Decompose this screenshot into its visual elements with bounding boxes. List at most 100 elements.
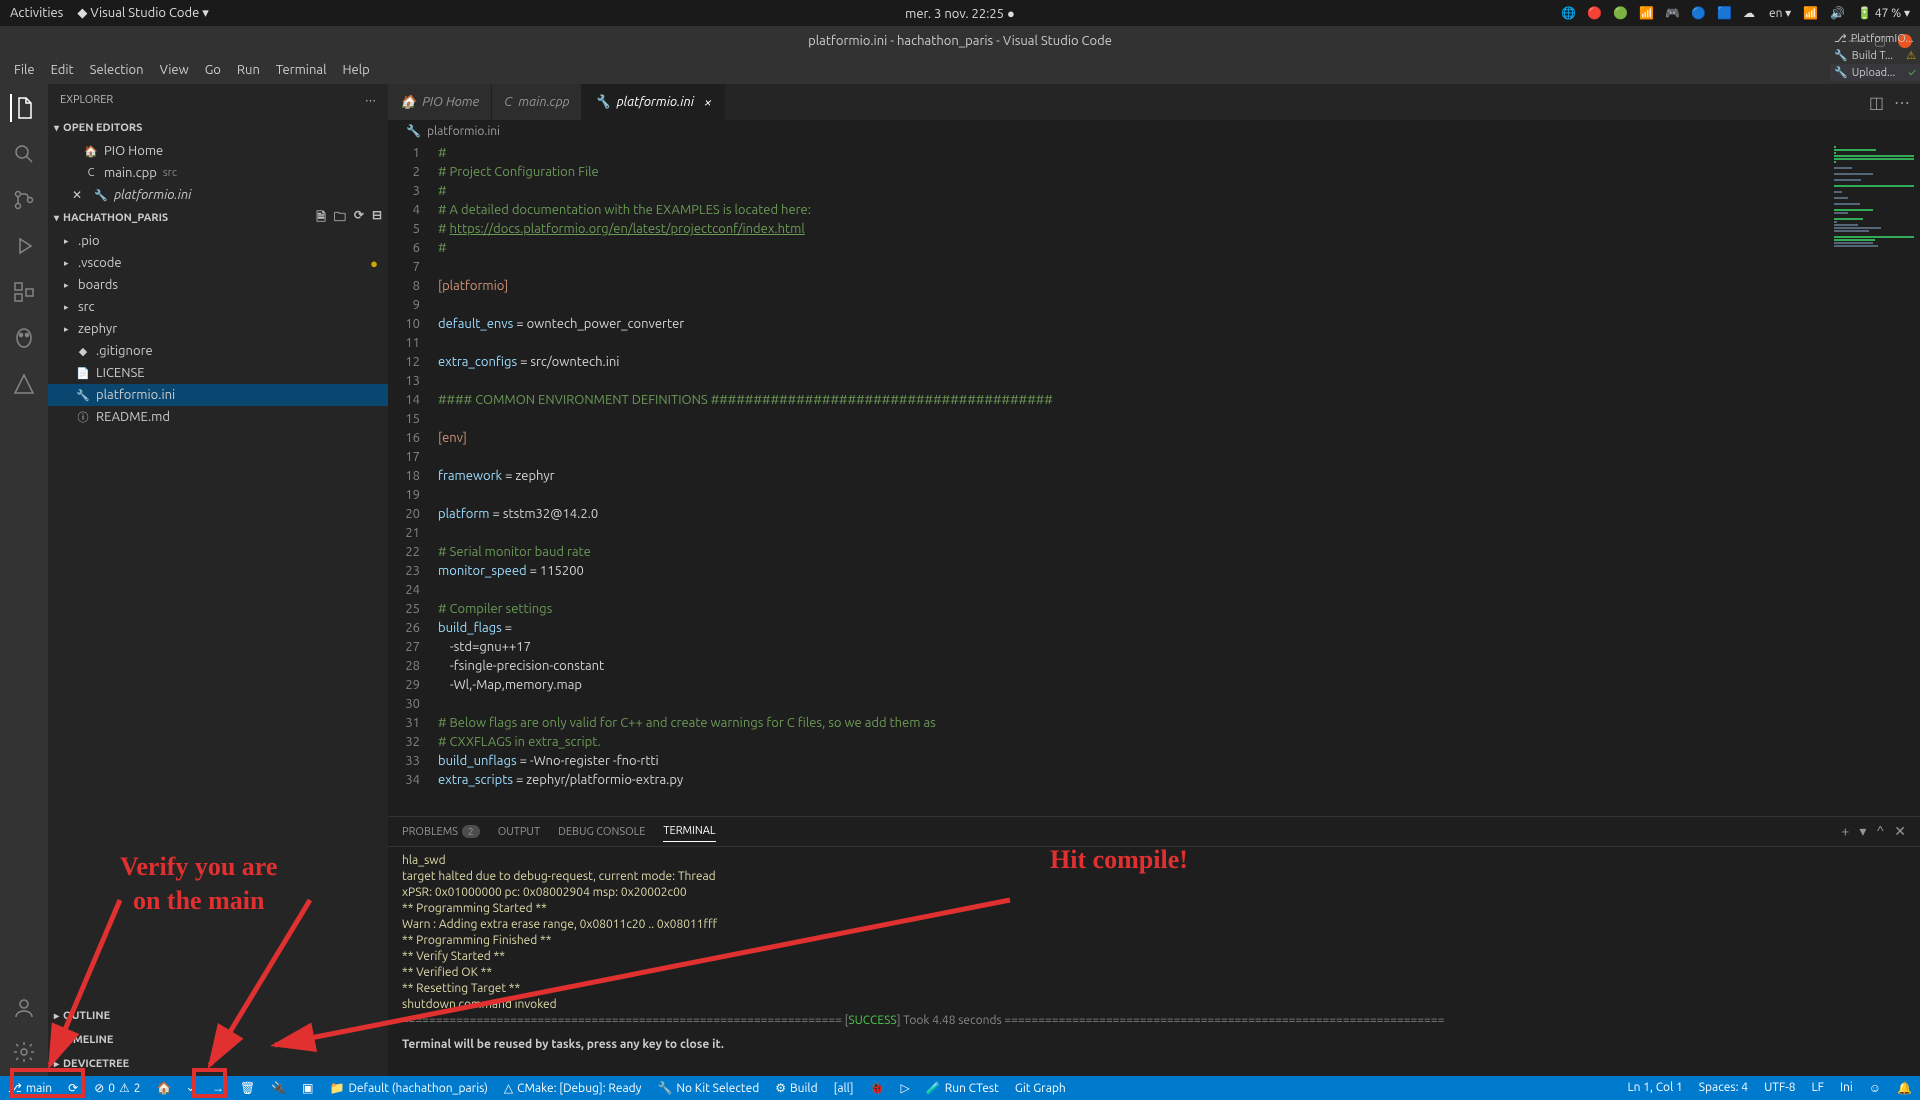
new-file-icon[interactable]: 🗎 [316,208,326,229]
battery-indicator[interactable]: 🔋 47 % ▾ [1857,6,1910,20]
terminal-dropdown-icon[interactable]: ▾ [1859,823,1866,840]
pio-clean-button[interactable]: 🗑 [232,1076,263,1100]
new-terminal-icon[interactable]: + [1841,823,1849,840]
terminal-tab[interactable]: TERMINAL [663,821,715,842]
feedback-icon[interactable]: ☺ [1861,1081,1889,1095]
tray-icon[interactable]: 📶 [1639,6,1653,20]
devicetree-section[interactable]: ▸DEVICETREE [48,1052,388,1076]
debug-console-tab[interactable]: DEBUG CONSOLE [558,822,645,842]
problems-tab[interactable]: PROBLEMS2 [402,822,480,842]
editor-tab[interactable]: Cmain.cpp [492,84,582,120]
language-indicator[interactable]: en ▾ [1769,6,1791,20]
sync-button[interactable]: ⟳ [60,1076,86,1100]
app-indicator[interactable]: ◆ Visual Studio Code ▾ [77,6,209,21]
platformio-icon[interactable] [10,324,38,352]
tray-icon[interactable]: 🌐 [1561,6,1575,20]
folder-item[interactable]: ▸boards [48,274,388,296]
pio-build-button[interactable]: ✓ [180,1076,204,1100]
cmake-launch[interactable]: ▷ [893,1076,918,1100]
collapse-icon[interactable]: ⊟ [372,208,382,229]
menu-edit[interactable]: Edit [43,59,82,81]
folder-item[interactable]: ▸.vscode● [48,252,388,274]
wifi-icon[interactable]: 📶 [1803,6,1818,20]
file-item[interactable]: 🔧platformio.ini [48,384,388,406]
encoding[interactable]: UTF-8 [1756,1081,1803,1094]
explorer-icon[interactable] [10,94,38,122]
file-item[interactable]: 📄LICENSE [48,362,388,384]
notifications-icon[interactable]: 🔔 [1889,1081,1920,1095]
cmake-ctest[interactable]: 🧪 Run CTest [918,1076,1007,1100]
terminal-instance[interactable]: 🔧Build T...⚠ [1830,47,1920,64]
cmake-build[interactable]: ⚙ Build [767,1076,825,1100]
code-content[interactable]: ## Project Configuration File## A detail… [438,142,1830,816]
cmake-debug[interactable]: 🐞 [862,1076,893,1100]
pio-home-button[interactable]: 🏠 [149,1076,180,1100]
split-editor-icon[interactable]: ◫ [1869,93,1884,112]
menu-file[interactable]: File [6,59,43,81]
outline-section[interactable]: ▸OUTLINE [48,1004,388,1028]
file-item[interactable]: ⓘREADME.md [48,406,388,428]
explorer-more-icon[interactable]: ⋯ [365,94,376,107]
cursor-position[interactable]: Ln 1, Col 1 [1620,1081,1691,1094]
open-editor-item[interactable]: ✕🔧platformio.ini [48,184,388,206]
minimap[interactable] [1830,142,1920,816]
language-mode[interactable]: Ini [1832,1081,1861,1094]
terminal-content[interactable]: hla_swdtarget halted due to debug-reques… [388,847,1920,1076]
tray-icon[interactable]: 🔴 [1587,6,1601,20]
breadcrumb[interactable]: 🔧 platformio.ini [388,120,1920,142]
editor-tab[interactable]: 🔧platformio.ini× [582,84,724,120]
menu-help[interactable]: Help [334,59,377,81]
menu-selection[interactable]: Selection [82,59,152,81]
terminal-instance[interactable]: 🔧Upload...✓ [1830,64,1920,81]
close-panel-icon[interactable]: ✕ [1894,823,1906,840]
volume-icon[interactable]: 🔊 [1830,6,1845,20]
menu-terminal[interactable]: Terminal [268,59,335,81]
cmake-target[interactable]: [all] [826,1076,862,1100]
search-icon[interactable] [10,140,38,168]
refresh-icon[interactable]: ⟳ [354,208,364,229]
extensions-icon[interactable] [10,278,38,306]
timeline-section[interactable]: ▸TIMELINE [48,1028,388,1052]
settings-icon[interactable] [10,1038,38,1066]
tray-icon[interactable]: 🟦 [1717,6,1731,20]
accounts-icon[interactable] [10,994,38,1022]
cmake-icon[interactable] [10,370,38,398]
eol[interactable]: LF [1804,1081,1832,1094]
problems-status[interactable]: ⊘ 0 ⚠ 2 [86,1076,148,1100]
editor-tab[interactable]: 🏠PIO Home [388,84,492,120]
pio-terminal-button[interactable]: ▣ [294,1076,321,1100]
pio-monitor-button[interactable]: 🔌 [263,1076,294,1100]
activities-button[interactable]: Activities [10,6,63,20]
cmake-kit[interactable]: 🔧 No Kit Selected [649,1076,767,1100]
scm-icon[interactable] [10,186,38,214]
new-folder-icon[interactable]: 🗀 [334,208,346,229]
clock[interactable]: mer. 3 nov. 22:25 ● [905,6,1015,21]
tray-icon[interactable]: ☁ [1743,6,1757,20]
run-debug-icon[interactable] [10,232,38,260]
file-item[interactable]: ◆.gitignore [48,340,388,362]
terminal-instance[interactable]: ⎇PlatformIO... [1830,30,1920,47]
open-editor-item[interactable]: 🏠PIO Home [48,140,388,162]
terminal-list: ⎇PlatformIO...🔧Build T...⚠🔧Upload...✓ [1830,30,1920,81]
menu-view[interactable]: View [152,59,197,81]
pio-env-button[interactable]: 📁 Default (hachathon_paris) [321,1076,495,1100]
open-editor-item[interactable]: Cmain.cpp src [48,162,388,184]
git-graph[interactable]: Git Graph [1007,1076,1074,1100]
tray-icon[interactable]: 🎮 [1665,6,1679,20]
maximize-panel-icon[interactable]: ^ [1876,823,1884,840]
indentation[interactable]: Spaces: 4 [1691,1081,1756,1094]
menu-run[interactable]: Run [229,59,268,81]
tray-icon[interactable]: 🔵 [1691,6,1705,20]
output-tab[interactable]: OUTPUT [498,822,540,842]
more-actions-icon[interactable]: ⋯ [1894,93,1910,112]
cmake-status[interactable]: △ CMake: [Debug]: Ready [496,1076,650,1100]
project-section[interactable]: ▾HACHATHON_PARIS 🗎 🗀 ⟳ ⊟ [48,206,388,230]
folder-item[interactable]: ▸zephyr [48,318,388,340]
git-branch[interactable]: ⎇ main [0,1076,60,1100]
menu-go[interactable]: Go [197,59,229,81]
open-editors-section[interactable]: ▾OPEN EDITORS [48,116,388,140]
folder-item[interactable]: ▸src [48,296,388,318]
pio-upload-button[interactable]: → [204,1076,232,1100]
tray-icon[interactable]: 🟢 [1613,6,1627,20]
folder-item[interactable]: ▸.pio [48,230,388,252]
